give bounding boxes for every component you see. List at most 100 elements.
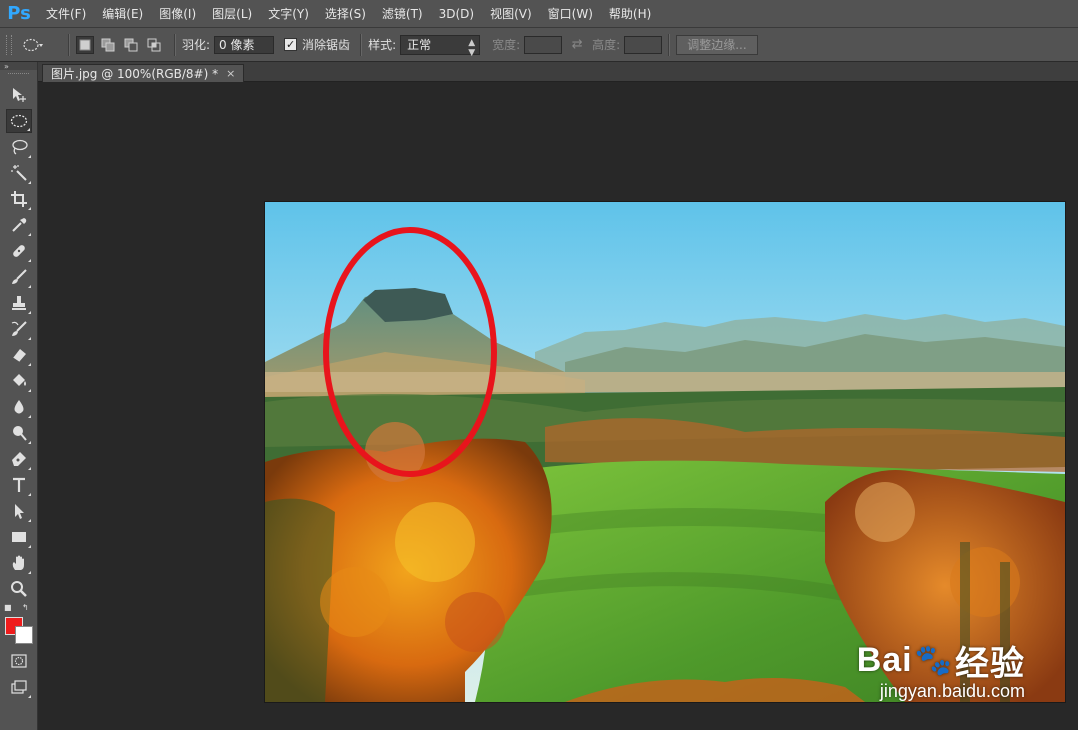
menu-bar: Ps 文件(F) 编辑(E) 图像(I) 图层(L) 文字(Y) 选择(S) 滤… xyxy=(0,0,1078,28)
tools-panel: » ■ ↰ xyxy=(0,62,38,730)
separator xyxy=(174,33,176,56)
magic-wand-tool[interactable] xyxy=(6,161,32,185)
dodge-tool[interactable] xyxy=(6,421,32,445)
menu-select[interactable]: 选择(S) xyxy=(317,0,374,28)
bandage-icon xyxy=(13,245,25,257)
crop-tool[interactable] xyxy=(6,187,32,211)
screen-mode-button[interactable] xyxy=(6,675,32,699)
style-label: 样式: xyxy=(368,38,397,52)
magic-wand-icon xyxy=(11,165,27,181)
history-brush-tool[interactable] xyxy=(6,317,32,341)
eyedropper-tool[interactable] xyxy=(6,213,32,237)
subtract-selection-icon xyxy=(124,38,138,51)
document-tab[interactable]: 图片.jpg @ 100%(RGB/8#) * × xyxy=(42,64,245,82)
antialias-checkbox[interactable]: ✓ xyxy=(284,38,298,51)
height-input[interactable] xyxy=(624,35,663,54)
clone-stamp-tool[interactable] xyxy=(6,291,32,315)
subtract-from-selection-button[interactable] xyxy=(122,36,140,54)
baidu-jingyan-watermark: Bai 🐾 经验 jingyan.baidu.com xyxy=(857,636,1025,702)
image-canvas[interactable]: Bai 🐾 经验 jingyan.baidu.com xyxy=(265,202,1065,702)
menu-filter[interactable]: 滤镜(T) xyxy=(374,0,431,28)
eraser-tool[interactable] xyxy=(6,343,32,367)
water-drop-icon xyxy=(14,400,24,414)
move-icon xyxy=(13,88,26,102)
new-selection-button[interactable] xyxy=(76,35,94,54)
intersect-selection-button[interactable] xyxy=(145,36,163,54)
paw-icon: 🐾 xyxy=(914,644,953,677)
rectangle-icon xyxy=(12,532,26,542)
eyedropper-icon xyxy=(12,218,27,232)
collapse-panel-icon[interactable]: » xyxy=(0,62,37,71)
menu-3d[interactable]: 3D(D) xyxy=(431,0,482,28)
blur-tool[interactable] xyxy=(6,395,32,419)
options-bar-grip[interactable] xyxy=(6,34,12,55)
add-to-selection-button[interactable] xyxy=(99,36,117,54)
swap-arrows-icon: ⇄ xyxy=(571,37,583,52)
paint-bucket-tool[interactable] xyxy=(6,369,32,393)
watermark-url: jingyan.baidu.com xyxy=(879,681,1025,701)
menu-window[interactable]: 窗口(W) xyxy=(540,0,601,28)
canvas-workspace[interactable]: Bai 🐾 经验 jingyan.baidu.com xyxy=(38,82,1078,730)
eraser-icon xyxy=(12,349,26,363)
ellipse-marquee-icon xyxy=(10,114,28,128)
menu-image[interactable]: 图像(I) xyxy=(151,0,204,28)
hand-icon xyxy=(12,555,24,570)
hand-tool[interactable] xyxy=(6,551,32,575)
document-tab-bar: 图片.jpg @ 100%(RGB/8#) * × xyxy=(38,62,1078,82)
swap-dimensions-button[interactable]: ⇄ xyxy=(570,37,584,52)
width-input[interactable] xyxy=(524,35,563,54)
separator xyxy=(68,33,70,56)
type-t-icon xyxy=(13,477,25,492)
default-colors-icon[interactable]: ■ xyxy=(4,603,12,612)
menu-layer[interactable]: 图层(L) xyxy=(204,0,260,28)
landscape-image xyxy=(265,202,1065,702)
separator xyxy=(668,33,671,56)
menu-view[interactable]: 视图(V) xyxy=(482,0,540,28)
magnifier-icon xyxy=(11,581,27,597)
feather-input[interactable]: 0 像素 xyxy=(214,35,275,54)
paint-bucket-icon xyxy=(13,374,26,386)
photoshop-logo: Ps xyxy=(7,3,31,24)
quick-mask-icon xyxy=(11,654,27,668)
quick-mask-button[interactable] xyxy=(6,649,32,673)
watermark-brand-left: Bai xyxy=(856,641,913,679)
background-color-swatch[interactable] xyxy=(15,626,33,644)
path-selection-tool[interactable] xyxy=(6,499,32,523)
color-swatches: ■ ↰ xyxy=(0,603,38,647)
pen-tool[interactable] xyxy=(6,447,32,471)
menu-file[interactable]: 文件(F) xyxy=(38,0,94,28)
watermark-brand-right: 经验 xyxy=(955,645,1025,683)
ellipse-marquee-icon xyxy=(23,38,43,51)
height-label: 高度: xyxy=(592,38,621,52)
lasso-tool[interactable] xyxy=(6,135,32,159)
dodge-icon xyxy=(13,426,27,441)
brush-tool[interactable] xyxy=(6,265,32,289)
menu-edit[interactable]: 编辑(E) xyxy=(94,0,151,28)
pen-nib-icon xyxy=(12,452,26,466)
style-select[interactable]: 正常 ▲ ▼ xyxy=(400,34,481,58)
swap-colors-icon[interactable]: ↰ xyxy=(22,603,29,612)
document-tab-title: 图片.jpg @ 100%(RGB/8#) * xyxy=(51,67,219,81)
style-select-value: 正常 xyxy=(407,38,432,52)
refine-edge-button[interactable]: 调整边缘... xyxy=(676,34,758,55)
tools-panel-grip[interactable] xyxy=(8,73,29,80)
antialias-label: 消除锯齿 xyxy=(302,38,351,52)
feather-label: 羽化: xyxy=(182,38,211,52)
stamp-icon xyxy=(12,296,26,310)
tool-preset-picker[interactable] xyxy=(22,37,62,53)
crop-icon xyxy=(11,191,27,207)
close-icon[interactable]: × xyxy=(226,67,235,80)
width-label: 宽度: xyxy=(492,38,521,52)
rectangle-tool[interactable] xyxy=(6,525,32,549)
elliptical-marquee-tool[interactable] xyxy=(6,109,32,133)
options-bar: 羽化: 0 像素 ✓ 消除锯齿 样式: 正常 ▲ ▼ 宽度: ⇄ 高度: 调整边缘… xyxy=(0,28,1078,62)
menu-help[interactable]: 帮助(H) xyxy=(601,0,659,28)
move-tool[interactable] xyxy=(6,83,32,107)
intersect-selection-icon xyxy=(147,38,161,51)
menu-type[interactable]: 文字(Y) xyxy=(260,0,317,28)
zoom-tool[interactable] xyxy=(6,577,32,601)
path-arrow-icon xyxy=(15,504,24,519)
add-selection-icon xyxy=(101,38,115,51)
type-tool[interactable] xyxy=(6,473,32,497)
healing-brush-tool[interactable] xyxy=(6,239,32,263)
